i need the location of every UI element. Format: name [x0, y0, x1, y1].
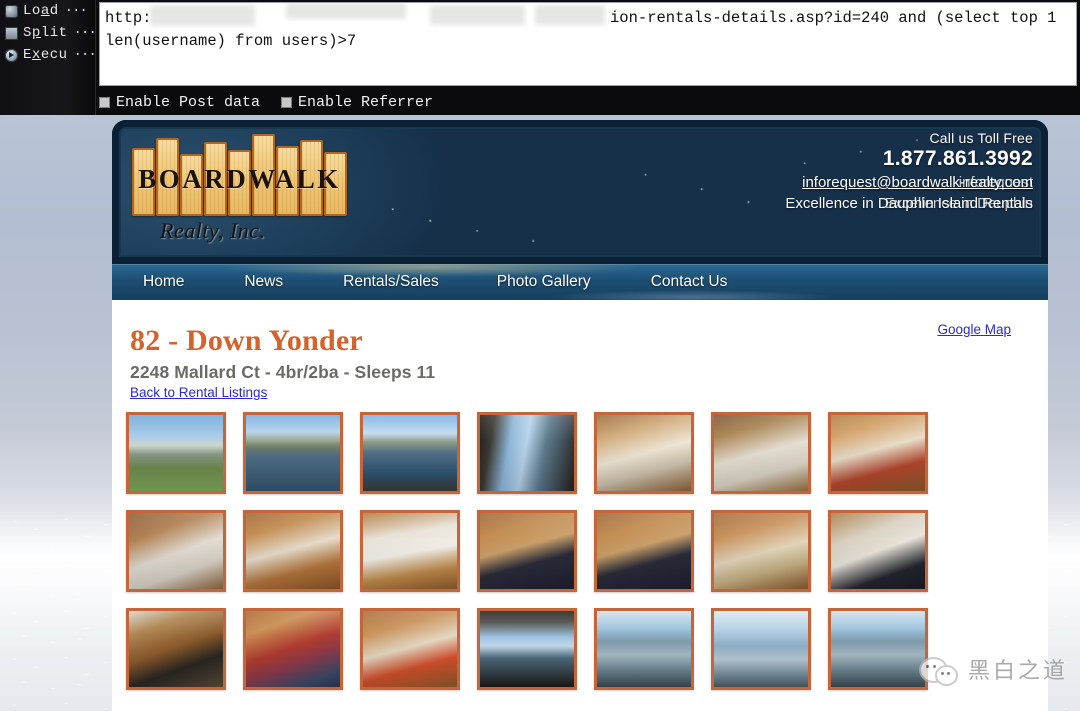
sqli-tool-toolbar: Load ··· Split ··· Execu ··· http: ion-r…	[0, 0, 1080, 115]
load-button-dots: ···	[64, 3, 88, 19]
watermark: 黑白之道	[918, 651, 1068, 687]
thumbnail-shading	[480, 513, 574, 589]
thumbnail-shading	[714, 611, 808, 687]
thumbnail-shading	[597, 611, 691, 687]
thumbnail-shading	[363, 415, 457, 491]
split-button-label: Split	[23, 25, 68, 41]
url-redaction-3	[430, 5, 525, 25]
thumbnail-shading	[129, 513, 223, 589]
nav-item-home[interactable]: Home	[143, 273, 184, 291]
listing-title: 82 - Down Yonder	[130, 324, 363, 357]
thumbnail-kitchen-refrigerator-and-counter[interactable]	[360, 510, 460, 592]
thumbnail-screened-porch-seating[interactable]	[594, 608, 694, 690]
thumbnail-shading	[246, 513, 340, 589]
url-redaction-4	[535, 5, 605, 25]
listing-subtitle: 2248 Mallard Ct - 4br/2ba - Sleeps 11	[130, 362, 436, 382]
thumbnail-shading	[714, 415, 808, 491]
thumbnail-screened-porch-with-table[interactable]	[711, 608, 811, 690]
split-button-dots: ···	[73, 25, 97, 41]
nav-item-news[interactable]: News	[244, 273, 283, 291]
play-icon	[5, 48, 18, 62]
back-to-rental-listings-link[interactable]: Back to Rental Listings	[130, 385, 267, 400]
main-navigation: Home News Rentals/Sales Photo Gallery Co…	[112, 264, 1048, 300]
thumbnail-shading	[363, 611, 457, 687]
thumbnail-shading	[480, 611, 574, 687]
thumbnail-bedroom-dresser-and-bed[interactable]	[711, 510, 811, 592]
logo-subtitle: Realty, Inc.	[160, 218, 266, 243]
google-map-link[interactable]: Google Map	[937, 322, 1011, 337]
execute-button-label: Execu	[23, 47, 68, 63]
scissors-icon	[5, 26, 18, 40]
url-line-2: len(username) from users)>7	[105, 32, 357, 50]
thumbnail-bedroom-sliding-door-to-deck[interactable]	[126, 608, 226, 690]
checkbox-box-icon	[281, 96, 293, 108]
thumbnail-boardwalk-dock-canal-view[interactable]	[477, 412, 577, 494]
thumbnail-bedroom-tv-and-hallway[interactable]	[360, 608, 460, 690]
thumbnail-shading	[480, 415, 574, 491]
thumbnail-exterior-stilt-house-front[interactable]	[126, 412, 226, 494]
website-container: BOARDWALK Realty, Inc. Call us Toll Free…	[112, 120, 1048, 711]
wechat-icon	[918, 651, 959, 687]
url-scheme-text: http:	[105, 9, 152, 27]
load-button-label: Load	[23, 3, 59, 19]
execute-button[interactable]: Execu ···	[0, 44, 97, 66]
watermark-text: 黑白之道	[967, 659, 1068, 684]
thumbnail-screened-porch-canal-view[interactable]	[477, 608, 577, 690]
thumbnail-shading	[129, 415, 223, 491]
thumbnail-shading	[246, 611, 340, 687]
thumbnail-shading	[129, 611, 223, 687]
split-button[interactable]: Split ···	[0, 22, 97, 44]
thumbnail-living-room-seating-area[interactable]	[594, 412, 694, 494]
load-button[interactable]: Load ···	[0, 0, 95, 22]
url-query-text: ion-rentals-details.asp?id=240 and (sele…	[610, 9, 1057, 27]
header-overlapping-text: inforequest inforequest@boardwalk-realty…	[733, 174, 1033, 218]
thumbnail-kitchen-bar-with-stools[interactable]	[243, 510, 343, 592]
options-row: Enable Post data Enable Referrer	[99, 90, 1077, 114]
logo-wordmark: BOARDWALK	[138, 164, 341, 194]
boardwalk-logo[interactable]: BOARDWALK Realty, Inc.	[132, 134, 347, 250]
thumbnail-canal-view-from-deck[interactable]	[360, 412, 460, 494]
thumbnail-shading	[831, 611, 925, 687]
thumbnail-screened-porch-wide-view[interactable]	[828, 608, 928, 690]
thumbnail-shading	[597, 415, 691, 491]
thumbnail-canal-view-houses-across-water[interactable]	[243, 412, 343, 494]
thumbnail-shading	[831, 513, 925, 589]
execute-button-dots: ···	[73, 47, 97, 63]
thumbnail-shading	[831, 415, 925, 491]
url-line-1: http: ion-rentals-details.asp?id=240 and…	[100, 3, 1076, 30]
thumbnail-shading	[597, 513, 691, 589]
url-query-input[interactable]: http: ion-rentals-details.asp?id=240 and…	[99, 2, 1077, 86]
thumbnail-living-room-sectional-sofa[interactable]	[126, 510, 226, 592]
nav-item-contact-us[interactable]: Contact Us	[651, 273, 728, 291]
enable-post-data-label: Enable Post data	[116, 93, 261, 111]
tagline: Excellence in Dauphin Island Rentals	[785, 195, 1033, 212]
email-link[interactable]: inforequest@boardwalk-realty.com	[733, 174, 1033, 191]
thumbnail-shading	[246, 415, 340, 491]
enable-post-data-checkbox[interactable]: Enable Post data	[99, 94, 260, 111]
thumbnail-kitchen-and-breakfast-bar[interactable]	[828, 412, 928, 494]
folder-icon	[5, 4, 18, 18]
toll-free-label: Call us Toll Free	[929, 130, 1033, 146]
header-contact-block: Call us Toll Free 1.877.861.3992 inforeq…	[733, 130, 1033, 218]
enable-referrer-checkbox[interactable]: Enable Referrer	[281, 94, 433, 111]
thumbnail-bunk-beds-red-bedding[interactable]	[243, 608, 343, 690]
thumbnail-bedroom-with-sliding-door[interactable]	[828, 510, 928, 592]
listing-content-pane: 82 - Down Yonder 2248 Mallard Ct - 4br/2…	[112, 300, 1048, 711]
url-redaction-1	[150, 5, 255, 26]
enable-referrer-label: Enable Referrer	[298, 93, 434, 111]
site-banner: BOARDWALK Realty, Inc. Call us Toll Free…	[112, 120, 1048, 264]
thumbnail-shading	[714, 513, 808, 589]
thumbnail-living-room-sofa-and-chair[interactable]	[711, 412, 811, 494]
nav-item-rentals-sales[interactable]: Rentals/Sales	[343, 273, 439, 291]
tool-sidebar: Load ··· Split ··· Execu ···	[0, 0, 97, 115]
url-redaction-2	[286, 3, 406, 19]
photo-thumbnail-grid	[126, 412, 945, 705]
nav-item-photo-gallery[interactable]: Photo Gallery	[497, 273, 591, 291]
thumbnail-shading	[363, 513, 457, 589]
thumbnail-bedroom-tv-and-dresser[interactable]	[594, 510, 694, 592]
thumbnail-bedroom-with-striped-bedding[interactable]	[477, 510, 577, 592]
phone-number: 1.877.861.3992	[882, 147, 1033, 170]
checkbox-box-icon	[99, 96, 110, 108]
